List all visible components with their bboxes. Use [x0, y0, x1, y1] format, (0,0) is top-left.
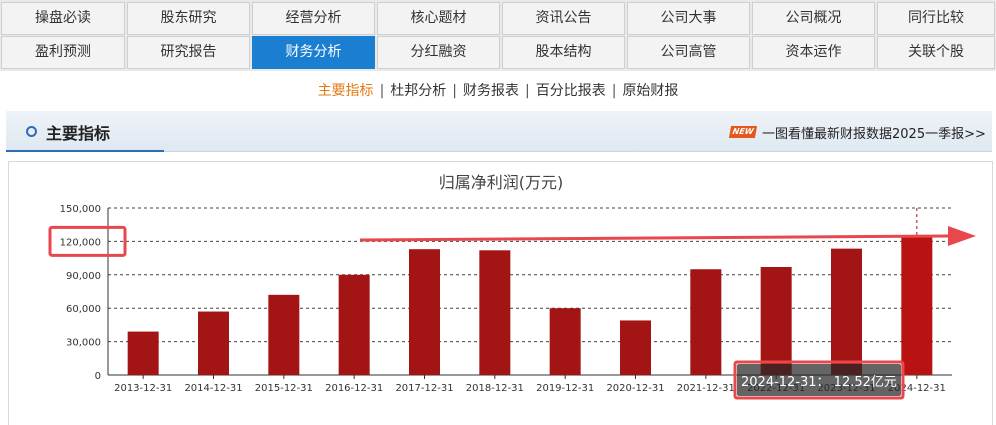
bar-2014-12-31: [198, 311, 229, 375]
bar-2023-12-31: [831, 248, 862, 375]
bar-2024-12-31: [901, 235, 933, 375]
x-tick-label: 2021-12-31: [677, 383, 735, 394]
y-tick-label: 30,000: [66, 338, 101, 349]
net-profit-chart: 归属净利润(万元) 0 30,000 60,000 90,000 120,000 150,0…: [48, 173, 976, 400]
x-tick-label: 2014-12-31: [184, 383, 242, 394]
trend-arrow-head-icon: [948, 226, 976, 246]
bar-2018-12-31: [479, 250, 511, 375]
bar-2022-12-31: [760, 267, 792, 375]
y-tick-label: 90,000: [66, 271, 101, 282]
bar-2016-12-31: [338, 274, 370, 375]
bar-2021-12-31: [690, 269, 722, 375]
bar-2017-12-31: [409, 249, 440, 375]
x-tick-label: 2013-12-31: [114, 383, 172, 394]
bar-2013-12-31: [127, 331, 159, 375]
bar-2020-12-31: [620, 320, 651, 375]
y-tick-label: 150,000: [60, 204, 101, 215]
y-tick-label: 0: [95, 371, 101, 382]
bar-2015-12-31: [268, 294, 300, 375]
x-tick-label: 2015-12-31: [255, 383, 313, 394]
y-tick-label: 60,000: [66, 304, 101, 315]
trend-arrow-line: [359, 234, 951, 242]
x-tick-label: 2018-12-31: [466, 383, 524, 394]
x-tick-label: 2019-12-31: [536, 383, 594, 394]
x-tick-label: 2016-12-31: [325, 383, 383, 394]
bar-2019-12-31: [549, 308, 581, 375]
tooltip-text: 2024-12-31： 12.52亿元: [741, 375, 897, 390]
x-tick-label: 2020-12-31: [606, 383, 664, 394]
x-tick-label: 2017-12-31: [395, 383, 453, 394]
chart-title: 归属净利润(万元): [439, 173, 564, 192]
y-tick-label: 120,000: [60, 237, 101, 248]
